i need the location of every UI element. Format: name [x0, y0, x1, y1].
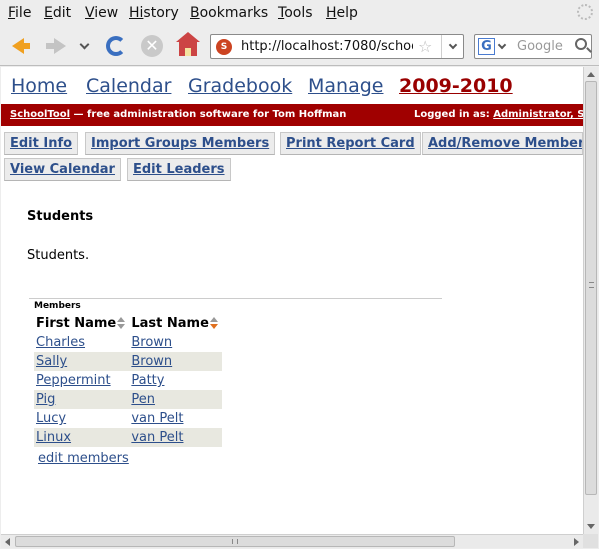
edit-members-link[interactable]: edit members — [38, 451, 129, 466]
nav-gradebook-link[interactable]: Gradebook — [188, 75, 292, 97]
site-favicon-icon: S — [216, 39, 232, 55]
table-row: Peppermint Patty — [34, 371, 222, 390]
forward-button[interactable] — [42, 32, 70, 60]
scroll-up-icon[interactable] — [587, 72, 595, 77]
search-icon[interactable] — [575, 38, 587, 50]
last-name-link[interactable]: Brown — [131, 335, 172, 350]
nav-manage-link[interactable]: Manage — [308, 75, 383, 97]
home-icon — [176, 32, 200, 56]
scroll-down-icon[interactable] — [587, 524, 595, 529]
sort-active-icon[interactable] — [209, 317, 218, 329]
engine-chevron-icon[interactable] — [497, 40, 507, 50]
table-row: Linux van Pelt — [34, 428, 222, 447]
first-name-header[interactable]: First Name — [34, 313, 129, 333]
last-name-header[interactable]: Last Name — [129, 313, 222, 333]
horizontal-scroll-thumb[interactable] — [15, 536, 455, 547]
edit-leaders-button[interactable]: Edit Leaders — [127, 158, 231, 181]
page-viewport: Home Calendar Gradebook Manage 2009-2010… — [1, 67, 583, 534]
first-name-link[interactable]: Charles — [36, 335, 85, 350]
print-report-card-button[interactable]: Print Report Card — [280, 132, 421, 155]
reload-button[interactable] — [102, 32, 130, 60]
scroll-left-icon[interactable] — [5, 538, 10, 546]
navigation-toolbar: ✕ S http://localhost:7080/schoo ☆ G Goog… — [0, 26, 599, 66]
throbber-icon — [577, 4, 593, 20]
address-bar[interactable]: S http://localhost:7080/schoo ☆ — [210, 34, 464, 59]
chevron-down-icon — [448, 40, 457, 49]
group-description: Students. — [27, 248, 90, 263]
last-name-link[interactable]: van Pelt — [131, 411, 183, 426]
back-button[interactable] — [6, 32, 34, 60]
menu-tools[interactable]: Tools — [278, 5, 313, 21]
first-name-link[interactable]: Lucy — [36, 411, 66, 426]
last-name-link[interactable]: Pen — [131, 392, 155, 407]
history-dropdown-button[interactable] — [74, 32, 94, 60]
nav-calendar-link[interactable]: Calendar — [86, 75, 171, 97]
header-bar: SchoolTool — free administration softwar… — [1, 104, 583, 126]
vertical-scroll-thumb[interactable] — [585, 81, 597, 495]
vertical-scrollbar[interactable] — [583, 67, 598, 534]
search-placeholder[interactable]: Google — [517, 39, 563, 54]
menu-edit[interactable]: Edit — [44, 5, 71, 21]
table-row: Sally Brown — [34, 352, 222, 371]
chevron-down-icon — [79, 39, 89, 49]
group-title: Students — [27, 209, 94, 224]
search-box[interactable]: G Google — [474, 34, 592, 59]
last-name-link[interactable]: Patty — [131, 373, 164, 388]
bookmark-star-icon[interactable]: ☆ — [418, 37, 432, 56]
stop-button[interactable]: ✕ — [138, 32, 166, 60]
sort-icon[interactable] — [117, 317, 126, 329]
table-row: Charles Brown — [34, 333, 222, 352]
members-table: First Name Last Name Charles Brown Sally… — [34, 313, 222, 447]
grip-icon — [589, 282, 594, 288]
stop-icon: ✕ — [141, 35, 163, 57]
menu-help[interactable]: Help — [326, 5, 358, 21]
reload-icon — [106, 36, 126, 56]
url-text[interactable]: http://localhost:7080/schoo — [241, 39, 413, 54]
forward-arrow-icon — [46, 38, 66, 54]
menu-history[interactable]: History — [129, 5, 179, 21]
scrollbar-corner — [583, 534, 598, 548]
nav-schoolyear-link[interactable]: 2009-2010 — [399, 75, 513, 97]
menu-bookmarks[interactable]: Bookmarks — [190, 5, 268, 21]
nav-home-link[interactable]: Home — [11, 75, 67, 97]
horizontal-scrollbar[interactable] — [1, 534, 583, 548]
back-arrow-icon — [12, 38, 30, 54]
last-name-link[interactable]: van Pelt — [131, 430, 183, 445]
menu-bar: File Edit View History Bookmarks Tools H… — [0, 0, 599, 26]
table-row: Pig Pen — [34, 390, 222, 409]
first-name-link[interactable]: Linux — [36, 430, 71, 445]
tagline: SchoolTool — free administration softwar… — [10, 109, 347, 120]
members-divider — [29, 298, 442, 299]
first-name-link[interactable]: Sally — [36, 354, 67, 369]
google-engine-icon[interactable]: G — [478, 38, 495, 55]
members-header-row: First Name Last Name — [34, 313, 222, 333]
members-caption: Members — [34, 301, 81, 311]
view-calendar-button[interactable]: View Calendar — [4, 158, 121, 181]
menu-file[interactable]: File — [8, 5, 31, 21]
url-dropdown-button[interactable] — [441, 35, 463, 58]
top-navigation: Home Calendar Gradebook Manage 2009-2010 — [1, 67, 583, 103]
first-name-link[interactable]: Pig — [36, 392, 55, 407]
home-button[interactable] — [174, 32, 202, 60]
schooltool-link[interactable]: SchoolTool — [10, 109, 70, 120]
scroll-right-icon[interactable] — [574, 538, 579, 546]
login-status: Logged in as: Administrator, S — [414, 109, 583, 120]
last-name-link[interactable]: Brown — [131, 354, 172, 369]
current-user-link[interactable]: Administrator, S — [493, 109, 583, 120]
grip-icon — [232, 539, 238, 544]
add-remove-members-button[interactable]: Add/Remove Members — [422, 132, 583, 155]
import-groups-members-button[interactable]: Import Groups Members — [85, 132, 276, 155]
table-row: Lucy van Pelt — [34, 409, 222, 428]
edit-info-button[interactable]: Edit Info — [4, 132, 79, 155]
first-name-link[interactable]: Peppermint — [36, 373, 111, 388]
menu-view[interactable]: View — [85, 5, 118, 21]
